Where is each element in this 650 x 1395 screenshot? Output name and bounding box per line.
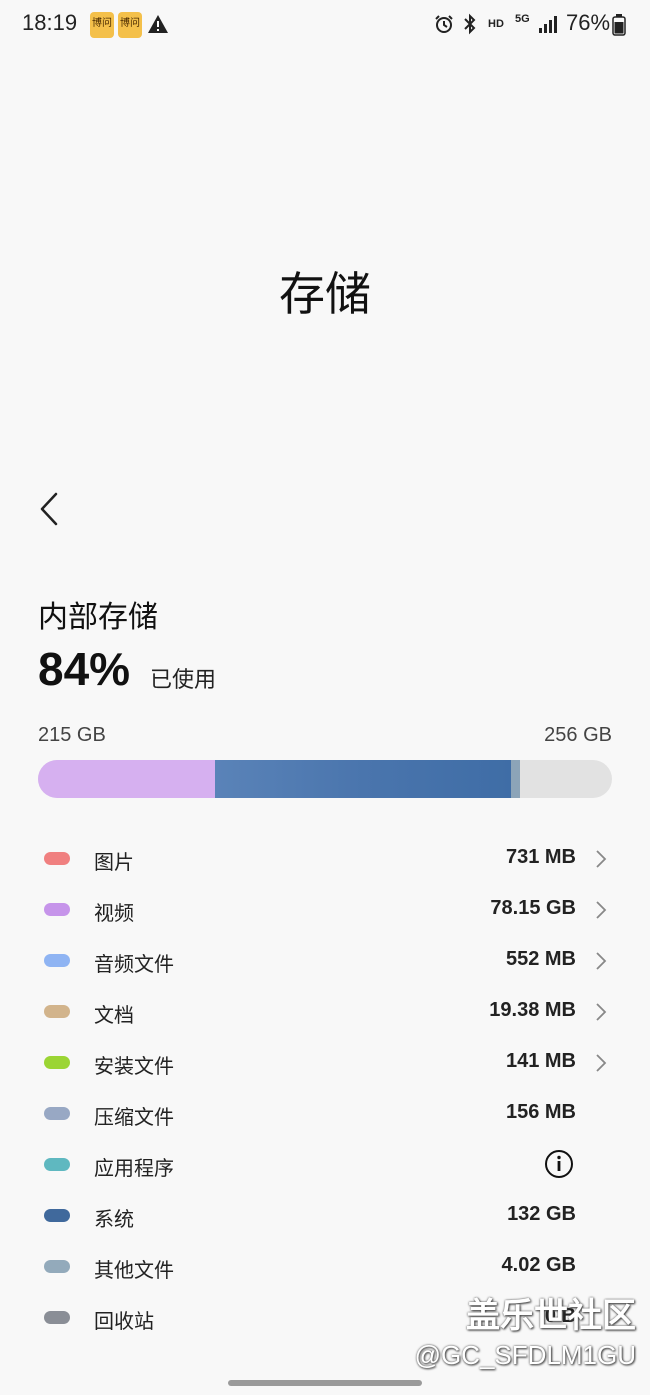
- category-row-other-files: 其他文件 4.02 GB: [0, 1241, 650, 1292]
- category-label: 视频: [94, 901, 134, 925]
- used-percent: 84%: [38, 643, 131, 695]
- category-size: 132 GB: [507, 1203, 576, 1225]
- category-color-dot: [44, 1260, 70, 1273]
- alarm-icon: [435, 15, 453, 33]
- back-arrow-icon: [40, 492, 58, 526]
- chevron-right-icon: [596, 952, 607, 970]
- chevron-right-icon: [596, 1003, 607, 1021]
- signal-icon: [539, 16, 557, 33]
- bar-segment-video: [38, 760, 215, 798]
- category-color-dot: [44, 1005, 70, 1018]
- category-row-audio[interactable]: 音频文件 552 MB: [0, 935, 650, 986]
- category-color-dot: [44, 1056, 70, 1069]
- warning-icon: [148, 15, 168, 33]
- hd-icon: HD: [488, 18, 504, 30]
- category-size: 141 MB: [505, 1050, 576, 1072]
- category-size: 19.38 MB: [489, 999, 576, 1021]
- battery-icon: [612, 14, 626, 36]
- category-row-apps: 应用程序: [0, 1139, 650, 1190]
- category-color-dot: [44, 1311, 70, 1324]
- status-time: 18:19: [22, 10, 78, 35]
- home-indicator[interactable]: [228, 1380, 422, 1386]
- category-color-dot: [44, 1158, 70, 1171]
- chevron-right-icon: [596, 1054, 607, 1072]
- battery-percent: 76%: [566, 10, 611, 35]
- category-label: 图片: [94, 850, 134, 874]
- app-notification-icon: 博问: [118, 12, 142, 38]
- category-label: 文档: [94, 1003, 134, 1027]
- category-size: 156 MB: [505, 1101, 576, 1123]
- bar-segment-other: [511, 760, 520, 798]
- total-size: 256 GB: [544, 724, 612, 746]
- category-label: 回收站: [94, 1309, 154, 1333]
- 5g-icon: 5G: [515, 13, 530, 25]
- category-color-dot: [44, 1107, 70, 1120]
- category-label: 音频文件: [94, 952, 174, 976]
- app-notification-icon: 博问: [90, 12, 114, 38]
- used-label: 已使用: [150, 668, 217, 693]
- category-row-system: 系统 132 GB: [0, 1190, 650, 1241]
- category-row-install-files[interactable]: 安装文件 141 MB: [0, 1037, 650, 1088]
- storage-usage-bar: [38, 760, 612, 798]
- category-label: 安装文件: [94, 1054, 174, 1078]
- back-button[interactable]: [28, 484, 72, 534]
- category-label: 压缩文件: [94, 1105, 174, 1129]
- category-size: 731 MB: [505, 846, 576, 868]
- category-size: 78.15 GB: [490, 897, 576, 919]
- used-size: 215 GB: [38, 724, 106, 746]
- category-label: 其他文件: [94, 1258, 174, 1282]
- bluetooth-icon: [464, 13, 476, 35]
- info-icon[interactable]: [544, 1149, 574, 1179]
- category-row-videos[interactable]: 视频 78.15 GB: [0, 884, 650, 935]
- page-title: 存储: [279, 267, 371, 321]
- watermark-title: 盖乐世社区: [466, 1296, 636, 1336]
- category-color-dot: [44, 852, 70, 865]
- category-color-dot: [44, 1209, 70, 1222]
- category-row-images[interactable]: 图片 731 MB: [0, 833, 650, 884]
- category-label: 系统: [94, 1207, 134, 1231]
- category-row-compressed: 压缩文件 156 MB: [0, 1088, 650, 1139]
- category-label: 应用程序: [94, 1156, 174, 1180]
- status-bar: 18:19 博问 博问 HD 5G 76%: [0, 0, 650, 50]
- watermark-handle: @GC_SFDLM1GU: [414, 1340, 636, 1370]
- chevron-right-icon: [596, 850, 607, 868]
- chevron-right-icon: [596, 901, 607, 919]
- category-color-dot: [44, 954, 70, 967]
- category-row-documents[interactable]: 文档 19.38 MB: [0, 986, 650, 1037]
- category-color-dot: [44, 903, 70, 916]
- section-title: 内部存储: [38, 600, 158, 635]
- category-size: 552 MB: [505, 948, 576, 970]
- category-size: 4.02 GB: [501, 1254, 576, 1276]
- bar-segment-system: [215, 760, 511, 798]
